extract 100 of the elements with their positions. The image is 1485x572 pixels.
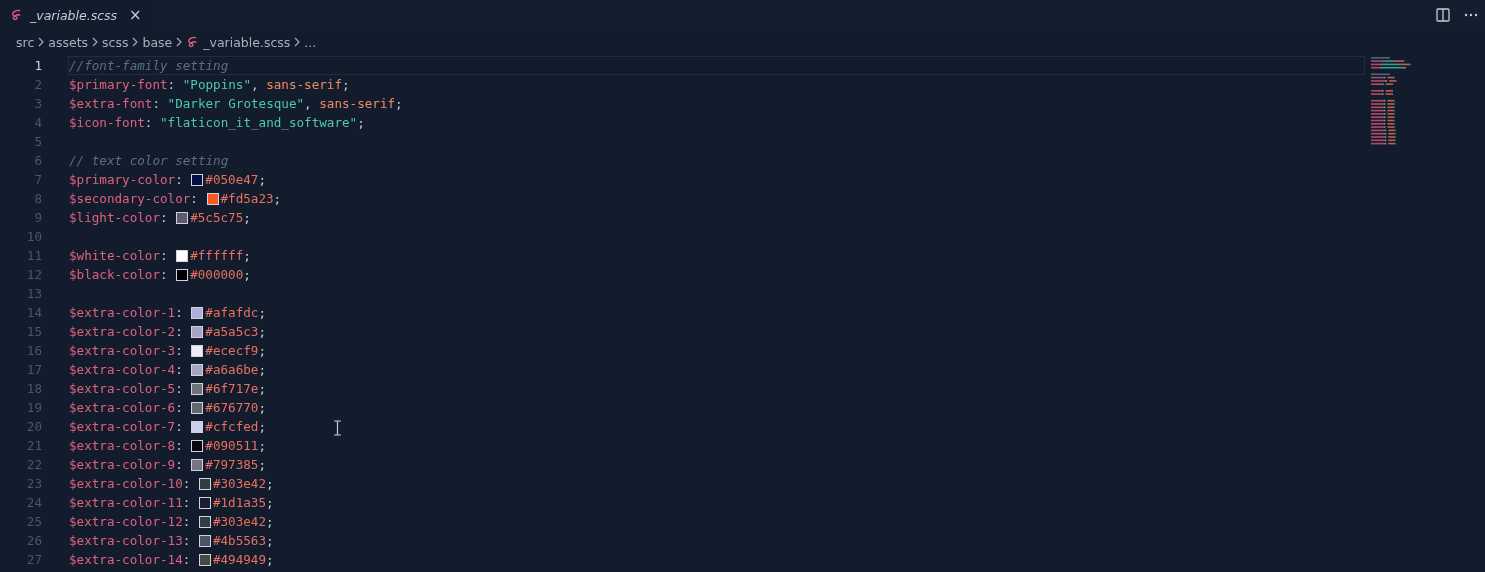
color-swatch[interactable] bbox=[206, 192, 219, 205]
hex-value: #676770 bbox=[205, 400, 259, 415]
punctuation: ; bbox=[357, 115, 365, 130]
hex-value: #ececf9 bbox=[205, 343, 259, 358]
color-swatch[interactable] bbox=[191, 458, 204, 471]
line-number: 26 bbox=[25, 533, 43, 548]
color-swatch[interactable] bbox=[176, 268, 189, 281]
punctuation: ; bbox=[266, 495, 274, 510]
punctuation: : bbox=[182, 552, 192, 567]
hex-value: #afafdc bbox=[205, 305, 259, 320]
punctuation: ; bbox=[266, 533, 274, 548]
punctuation: ; bbox=[258, 381, 266, 396]
color-swatch[interactable] bbox=[191, 344, 204, 357]
punctuation: : bbox=[175, 324, 184, 339]
punctuation: ; bbox=[258, 419, 266, 434]
tab-label: _variable.scss bbox=[30, 7, 118, 23]
punctuation: : bbox=[160, 210, 169, 225]
line-number: 22 bbox=[25, 457, 43, 472]
variable-name: $secondary-color bbox=[69, 191, 191, 206]
color-swatch[interactable] bbox=[191, 420, 204, 433]
color-swatch[interactable] bbox=[191, 173, 204, 186]
variable-name: $extra-font bbox=[69, 96, 153, 111]
color-swatch[interactable] bbox=[198, 515, 211, 528]
breadcrumb-item[interactable]: _variable.scss bbox=[203, 34, 291, 50]
breadcrumb-item[interactable]: assets bbox=[48, 34, 89, 50]
line-number: 11 bbox=[25, 248, 43, 263]
punctuation: : bbox=[182, 476, 192, 491]
hex-value: #494949 bbox=[212, 552, 266, 567]
variable-name: $white-color bbox=[69, 248, 160, 263]
line-number: 21 bbox=[25, 438, 43, 453]
breadcrumb-item[interactable]: base bbox=[142, 34, 173, 50]
color-swatch[interactable] bbox=[191, 439, 204, 452]
color-swatch[interactable] bbox=[176, 249, 189, 262]
hex-value: #cfcfed bbox=[205, 419, 259, 434]
punctuation: : bbox=[175, 362, 184, 377]
punctuation: : bbox=[182, 495, 192, 510]
punctuation: : bbox=[175, 419, 184, 434]
variable-name: $black-color bbox=[69, 267, 160, 282]
variable-name: $light-color bbox=[69, 210, 160, 225]
punctuation: : bbox=[182, 514, 192, 529]
punctuation: ; bbox=[266, 476, 274, 491]
breadcrumb-item[interactable]: ... bbox=[304, 34, 317, 50]
punctuation: ; bbox=[258, 438, 266, 453]
string-literal: "Poppins" bbox=[182, 77, 251, 92]
color-swatch[interactable] bbox=[198, 553, 211, 566]
color-swatch[interactable] bbox=[191, 382, 204, 395]
punctuation: , bbox=[251, 77, 260, 92]
text-cursor-icon bbox=[333, 420, 342, 436]
punctuation: ; bbox=[243, 210, 251, 225]
breadcrumb-item[interactable]: scss bbox=[102, 34, 129, 50]
punctuation: ; bbox=[273, 191, 282, 206]
string-literal: "flaticon_it_and_software" bbox=[160, 115, 358, 130]
code-comment: // text color setting bbox=[69, 153, 229, 168]
punctuation: : bbox=[175, 381, 184, 396]
value-literal: sans-serif bbox=[266, 77, 342, 92]
close-icon[interactable]: × bbox=[129, 6, 142, 24]
hex-value: #050e47 bbox=[205, 172, 259, 187]
hex-value: #1d1a35 bbox=[212, 495, 266, 510]
color-swatch[interactable] bbox=[176, 211, 189, 224]
chevron-icon bbox=[37, 37, 46, 47]
color-swatch[interactable] bbox=[198, 534, 211, 547]
line-number: 19 bbox=[25, 400, 43, 415]
line-number: 17 bbox=[25, 362, 43, 377]
color-swatch[interactable] bbox=[191, 363, 204, 376]
hex-value: #303e42 bbox=[212, 514, 266, 529]
line-number: 20 bbox=[25, 419, 43, 434]
hex-value: #fd5a23 bbox=[220, 191, 274, 206]
punctuation: ; bbox=[258, 343, 266, 358]
line-number: 24 bbox=[25, 495, 43, 510]
variable-name: $extra-color-1 bbox=[69, 305, 176, 320]
color-swatch[interactable] bbox=[191, 306, 204, 319]
line-number: 12 bbox=[25, 267, 43, 282]
punctuation: : bbox=[175, 400, 184, 415]
line-number: 2 bbox=[33, 77, 43, 92]
color-swatch[interactable] bbox=[198, 477, 211, 490]
variable-name: $extra-color-13 bbox=[69, 533, 183, 548]
line-number: 1 bbox=[33, 58, 43, 73]
line-number: 7 bbox=[33, 172, 43, 187]
variable-name: $primary-font bbox=[69, 77, 168, 92]
punctuation: : bbox=[175, 172, 184, 187]
variable-name: $extra-color-11 bbox=[69, 495, 183, 510]
variable-name: $extra-color-6 bbox=[69, 400, 176, 415]
string-literal: "Darker Grotesque" bbox=[167, 96, 305, 111]
punctuation: ; bbox=[342, 77, 350, 92]
punctuation: : bbox=[152, 96, 161, 111]
punctuation: : bbox=[190, 191, 199, 206]
punctuation: ; bbox=[266, 552, 274, 567]
color-swatch[interactable] bbox=[191, 401, 204, 414]
color-swatch[interactable] bbox=[191, 325, 204, 338]
chevron-icon bbox=[131, 37, 140, 47]
punctuation: : bbox=[160, 267, 169, 282]
line-number: 14 bbox=[25, 305, 43, 320]
variable-name: $icon-font bbox=[69, 115, 145, 130]
color-swatch[interactable] bbox=[198, 496, 211, 509]
breadcrumb-item[interactable]: src bbox=[16, 34, 35, 50]
variable-name: $extra-color-12 bbox=[69, 514, 183, 529]
punctuation: : bbox=[175, 305, 184, 320]
split-editor-icon[interactable] bbox=[1435, 7, 1451, 23]
punctuation: : bbox=[144, 115, 154, 130]
punctuation: ; bbox=[266, 514, 274, 529]
